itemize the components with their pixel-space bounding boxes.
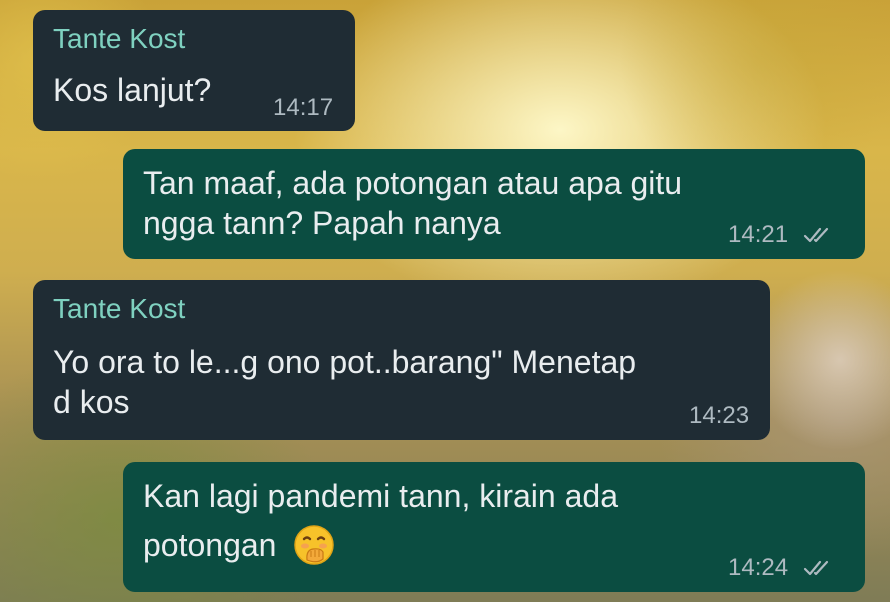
- message-text-fragment: potongan: [143, 527, 277, 563]
- message-timestamp: 14:24: [728, 554, 831, 584]
- sender-name[interactable]: Tante Kost: [53, 24, 335, 54]
- double-check-icon: [803, 223, 831, 251]
- message-text-line-1: Yo ora to le...g ono pot..barang" Meneta…: [53, 344, 637, 380]
- message-bubble-incoming[interactable]: Tante Kost Kos lanjut? 14:17: [33, 10, 355, 131]
- double-check-icon: [803, 556, 831, 584]
- message-bubble-outgoing[interactable]: Tan maaf, ada potongan atau apa gitu ngg…: [123, 149, 865, 259]
- message-bubble-outgoing[interactable]: Kan lagi pandemi tann, kirain ada potong…: [123, 462, 865, 592]
- message-timestamp: 14:17: [273, 94, 334, 121]
- message-bubble-incoming[interactable]: Tante Kost Yo ora to le...g ono pot..bar…: [33, 280, 770, 440]
- message-timestamp: 14:21: [728, 221, 831, 251]
- message-text-line-1: Kan lagi pandemi tann, kirain ada: [143, 478, 618, 514]
- message-timestamp: 14:23: [689, 402, 750, 429]
- face-with-hand-over-mouth-emoji: [293, 524, 335, 575]
- message-text-line-2: d kos: [53, 384, 130, 420]
- sender-name[interactable]: Tante Kost: [53, 294, 750, 324]
- message-text-line-1: Tan maaf, ada potongan atau apa gitu: [143, 165, 683, 201]
- timestamp-text: 14:24: [728, 554, 789, 581]
- timestamp-text: 14:21: [728, 221, 789, 248]
